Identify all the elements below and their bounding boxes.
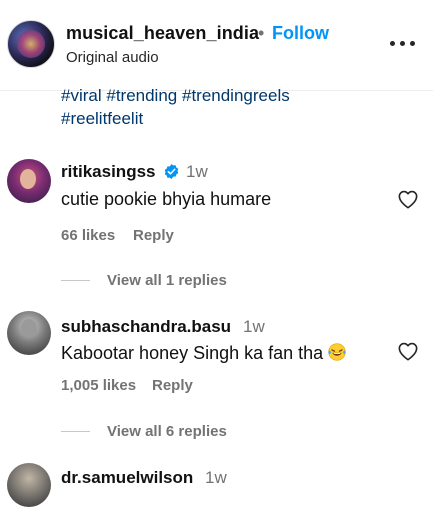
hashtag-link[interactable]: #trending — [106, 86, 177, 105]
comment-text: cutie pookie bhyia humare — [61, 189, 272, 209]
hashtag-link[interactable]: #viral — [61, 86, 102, 105]
comment-username[interactable]: subhaschandra.basu — [61, 317, 231, 337]
hashtag-link[interactable]: #trendingreels — [182, 86, 290, 105]
replies-divider — [61, 431, 90, 432]
post-header — [0, 0, 433, 91]
verified-badge-icon — [164, 164, 179, 179]
commenter-avatar[interactable] — [7, 311, 51, 355]
view-replies-button[interactable]: View all 6 replies — [107, 423, 227, 440]
commenter-avatar[interactable] — [7, 159, 51, 203]
audio-label[interactable]: Original audio — [66, 49, 159, 66]
reply-button[interactable]: Reply — [133, 227, 174, 244]
comment-text-content: Kabootar honey Singh ka fan tha — [61, 343, 324, 363]
comment-timestamp: 1w — [205, 468, 227, 487]
comment-username[interactable]: ritikasingss — [61, 162, 156, 182]
comment-timestamp: 1w — [186, 162, 208, 181]
comment-like-count[interactable]: 66 likes — [61, 227, 115, 244]
comment-timestamp: 1w — [243, 317, 265, 336]
follow-button[interactable]: Follow — [272, 23, 329, 44]
more-options-icon[interactable] — [390, 34, 416, 54]
heart-outline-icon[interactable] — [397, 341, 419, 361]
author-avatar[interactable] — [7, 20, 55, 68]
laughing-tears-emoji-icon — [328, 343, 346, 361]
hashtag-link[interactable]: #reelitfeelit — [61, 109, 143, 128]
header-separator: • — [258, 23, 265, 43]
heart-outline-icon[interactable] — [397, 189, 419, 209]
replies-divider — [61, 280, 90, 281]
caption-hashtags: #viral #trending #trendingreels #reelitf… — [61, 84, 361, 130]
reply-button[interactable]: Reply — [152, 377, 193, 394]
comment-like-count[interactable]: 1,005 likes — [61, 377, 136, 394]
view-replies-button[interactable]: View all 1 replies — [107, 272, 227, 289]
comment-username[interactable]: dr.samuelwilson — [61, 468, 193, 488]
commenter-avatar[interactable] — [7, 463, 51, 507]
author-username[interactable]: musical_heaven_india — [66, 23, 259, 44]
comment-text: Kabootar honey Singh ka fan tha — [61, 342, 347, 364]
